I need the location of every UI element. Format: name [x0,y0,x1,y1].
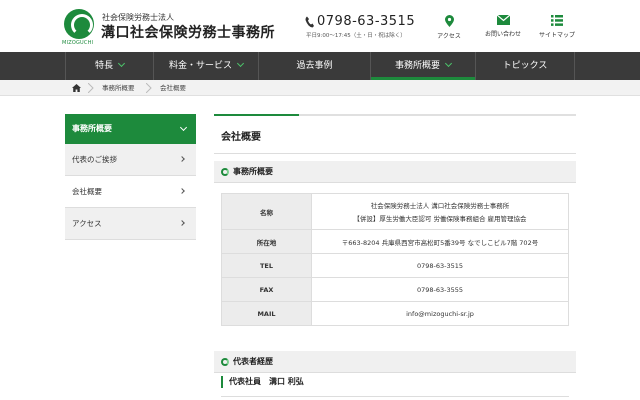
mail-icon [496,15,510,25]
company-info-table: 名称 社会保険労務士法人 溝口社会保険労務士事務所 【併設】厚生労働大臣認可 労… [221,193,569,326]
nav-features[interactable]: 特長 [65,52,153,80]
table-value-line: 社会保険労務士法人 溝口社会保険労務士事務所 [370,202,510,210]
map-pin-icon [444,15,454,27]
contact-link[interactable]: お問い合わせ [478,15,528,38]
sidebar-item-company[interactable]: 会社概要 [65,176,196,208]
global-nav: 特長 料金・サービス 過去事例 事務所概要 トピックス [0,52,640,80]
table-row: MAIL info@mizoguchi-sr.jp [221,301,569,326]
table-value: 〒663-8204 兵庫県西宮市高松町5番39号 なでしこビル7階 702号 [311,229,569,254]
nav-features-label: 特長 [94,61,113,71]
site-header: MIZOGUCHI 社会保険労務士法人 溝口社会保険労務士事務所 0798-63… [0,0,640,52]
chevron-down-icon [236,59,245,68]
table-row: FAX 0798-63-3555 [221,277,569,302]
access-link[interactable]: アクセス [424,15,474,40]
table-value: 社会保険労務士法人 溝口社会保険労務士事務所 【併設】厚生労働大臣認可 労働保険… [311,193,569,230]
nav-pricing[interactable]: 料金・サービス [153,52,258,80]
sidebar-item-greeting[interactable]: 代表のご挨拶 [65,144,196,176]
nav-office-label: 事務所概要 [394,61,440,71]
circle-bullet-icon [221,168,229,176]
section-heading-label: 代表者経歴 [233,357,273,366]
contact-label: お問い合わせ [484,31,521,38]
breadcrumb-office[interactable]: 事務所概要 [102,80,135,96]
phone-number[interactable]: 0798-63-3515 [317,14,415,29]
access-label: アクセス [437,33,461,40]
table-label: TEL [221,253,312,278]
chevron-right-icon [146,83,152,93]
table-value[interactable]: info@mizoguchi-sr.jp [311,301,569,326]
firm-name[interactable]: 溝口社会保険労務士事務所 [101,22,275,42]
breadcrumb-current: 会社概要 [160,84,186,92]
logo-text: MIZOGUCHI [62,40,94,46]
nav-cases-label: 過去事例 [296,61,333,71]
table-row: TEL 0798-63-3515 [221,253,569,278]
chevron-right-icon [179,156,185,162]
chevron-right-icon [179,188,185,194]
sitemap-link[interactable]: サイトマップ [532,15,582,39]
nav-topics[interactable]: トピックス [475,52,575,80]
section-heading-profile: 代表者経歴 [214,351,576,373]
breadcrumb: 事務所概要 会社概要 [0,80,640,96]
table-label: FAX [221,277,312,302]
table-value: 0798-63-3555 [311,277,569,302]
table-value-line: 【併設】厚生労働大臣認可 労働保険事務組合 雇用管理協会 [353,215,527,223]
logo-mark[interactable] [64,9,94,39]
table-label: 所在地 [221,229,312,254]
main-content: 会社概要 事務所概要 名称 社会保険労務士法人 溝口社会保険労務士事務所 【併設… [214,114,576,397]
nav-pricing-label: 料金・サービス [168,61,232,71]
sitemap-label: サイトマップ [538,32,575,39]
section-heading-label: 事務所概要 [233,167,273,176]
representative-name: 代表社員 溝口 利弘 [221,376,304,388]
sidebar-title-label: 事務所概要 [72,124,112,133]
divider [221,396,569,397]
business-hours: 平日9:00〜17:45（土・日・祝は除く） [306,33,406,39]
nav-office[interactable]: 事務所概要 [370,52,475,80]
chevron-down-icon [117,59,126,68]
section-heading-profile-wrap: 代表者経歴 [214,344,576,373]
phone-icon [305,16,314,28]
chevron-down-icon [179,123,188,132]
nav-topics-label: トピックス [502,61,548,71]
chevron-right-icon [179,220,185,226]
circle-bullet-icon [221,358,229,366]
table-value[interactable]: 0798-63-3515 [311,253,569,278]
home-icon[interactable] [72,84,81,92]
table-row: 所在地 〒663-8204 兵庫県西宮市高松町5番39号 なでしこビル7階 70… [221,229,569,254]
sidebar-item-label: アクセス [72,219,102,228]
nav-cases[interactable]: 過去事例 [258,52,370,80]
chevron-down-icon [444,59,453,68]
sidebar-item-access[interactable]: アクセス [65,208,196,240]
sidebar-item-label: 代表のご挨拶 [72,155,117,164]
chevron-right-icon [88,83,94,93]
list-icon [551,15,563,26]
page-title: 会社概要 [214,116,576,154]
sidebar-item-label: 会社概要 [72,187,102,196]
table-label: MAIL [221,301,312,326]
section-heading-office: 事務所概要 [214,161,576,183]
sidebar: 事務所概要 代表のご挨拶 会社概要 アクセス [65,114,196,240]
sidebar-title[interactable]: 事務所概要 [65,114,196,144]
table-label: 名称 [221,193,312,230]
title-accent-line [214,114,576,116]
table-row: 名称 社会保険労務士法人 溝口社会保険労務士事務所 【併設】厚生労働大臣認可 労… [221,193,569,230]
